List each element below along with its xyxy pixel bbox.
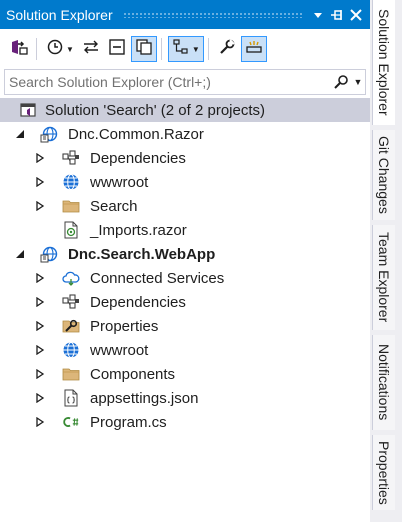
sync-with-active-document-button[interactable] [79, 36, 103, 62]
window-position-dropdown-icon[interactable] [310, 5, 326, 25]
toolbar-separator [36, 38, 37, 60]
folder-icon [62, 197, 80, 215]
collapsed-arrow-icon[interactable] [34, 272, 46, 284]
sync-with-document-icon [82, 38, 100, 61]
razor-file-icon [62, 221, 80, 239]
tree-node-label: Dependencies [90, 293, 186, 311]
solution-tree: Solution 'Search' (2 of 2 projects) Dnc.… [0, 98, 370, 434]
collapsed-arrow-icon[interactable] [34, 200, 46, 212]
tree-node-label: wwwroot [90, 341, 149, 359]
preview-selected-items-icon [245, 38, 263, 61]
tab-notifications[interactable]: Notifications [372, 335, 395, 430]
search-options-chevron-icon[interactable]: ▼ [351, 77, 365, 87]
csharp-file-icon [62, 413, 80, 431]
search-input[interactable] [5, 70, 331, 94]
expanded-arrow-icon[interactable] [14, 128, 26, 140]
tree-node-folder[interactable]: Components [0, 362, 370, 386]
folder-icon [62, 365, 80, 383]
tree-node-label: _Imports.razor [90, 221, 187, 239]
tree-node-label: Dnc.Search.WebApp [68, 245, 216, 263]
file-nesting-icon [172, 38, 190, 61]
tree-node-label: wwwroot [90, 173, 149, 191]
panel-title: Solution Explorer [6, 6, 113, 23]
collapsed-arrow-icon[interactable] [34, 320, 46, 332]
tree-node-label: Properties [90, 317, 159, 335]
preview-selected-items-button[interactable] [240, 36, 267, 62]
tree-node-file[interactable]: appsettings.json [0, 386, 370, 410]
cloud-icon [62, 269, 80, 287]
search-box: ▼ [4, 69, 366, 95]
pin-icon[interactable] [329, 5, 345, 25]
collapse-all-icon [108, 38, 126, 61]
tree-node-label: Dnc.Common.Razor [68, 125, 204, 143]
tab-properties[interactable]: Properties [372, 435, 395, 510]
title-bar: Solution Explorer [0, 0, 370, 29]
chevron-down-icon: ▼ [66, 44, 74, 54]
history-icon [46, 38, 64, 61]
tab-label: Solution Explorer [376, 9, 392, 116]
tree-node-label: Dependencies [90, 149, 186, 167]
tab-label: Properties [376, 440, 392, 505]
globe-icon [62, 173, 80, 191]
switch-views-icon [9, 37, 29, 62]
chevron-down-icon: ▼ [191, 44, 200, 54]
toolbar: ▼ ▼ [0, 32, 370, 66]
tree-node-dependencies[interactable]: Dependencies [0, 290, 370, 314]
properties-wrench-folder-icon [62, 317, 80, 335]
collapsed-arrow-icon[interactable] [34, 368, 46, 380]
show-all-files-icon [135, 38, 153, 61]
collapsed-arrow-icon[interactable] [34, 344, 46, 356]
title-drag-grip[interactable] [122, 11, 304, 18]
web-project-icon [40, 125, 58, 143]
pending-changes-filter-button[interactable]: ▼ [43, 36, 77, 62]
tab-label: Team Explorer [376, 232, 392, 323]
tree-node-label: Search [90, 197, 138, 215]
collapsed-arrow-icon[interactable] [34, 176, 46, 188]
tree-node-dependencies[interactable]: Dependencies [0, 146, 370, 170]
collapsed-arrow-icon[interactable] [34, 296, 46, 308]
tree-node-properties[interactable]: Properties [0, 314, 370, 338]
collapse-all-button[interactable] [105, 36, 129, 62]
switch-views-button[interactable] [6, 36, 32, 62]
collapsed-arrow-icon[interactable] [34, 152, 46, 164]
tree-node-project[interactable]: Dnc.Search.WebApp [0, 242, 370, 266]
show-all-files-button[interactable] [130, 36, 157, 62]
tree-node-label: Connected Services [90, 269, 225, 287]
tree-node-label: Components [90, 365, 176, 383]
tree-node-file[interactable]: Program.cs [0, 410, 370, 434]
tab-label: Notifications [376, 344, 392, 421]
dependencies-icon [62, 149, 80, 167]
dependencies-icon [62, 293, 80, 311]
tree-node-folder[interactable]: Search [0, 194, 370, 218]
toolbar-separator [207, 38, 209, 60]
toolbar-separator [160, 38, 162, 60]
globe-icon [62, 341, 80, 359]
solution-explorer-panel: Solution Explorer ▼ ▼ Search Solution Ex… [0, 0, 370, 522]
tab-git-changes[interactable]: Git Changes [372, 130, 395, 220]
tree-node-label: Solution 'Search' (2 of 2 projects) [45, 101, 266, 119]
close-icon[interactable] [348, 5, 364, 25]
tree-node-solution[interactable]: Solution 'Search' (2 of 2 projects) [0, 98, 370, 122]
properties-button[interactable] [215, 36, 239, 62]
solution-icon [20, 101, 38, 119]
file-nesting-button[interactable]: ▼ [167, 36, 204, 62]
wrench-icon [218, 38, 236, 61]
tree-node-wwwroot[interactable]: wwwroot [0, 170, 370, 194]
tab-solution-explorer[interactable]: Solution Explorer [372, 0, 395, 125]
collapsed-arrow-icon[interactable] [34, 392, 46, 404]
collapsed-arrow-icon[interactable] [34, 416, 46, 428]
tab-label: Git Changes [376, 136, 392, 214]
web-project-icon [40, 245, 58, 263]
tree-node-wwwroot[interactable]: wwwroot [0, 338, 370, 362]
side-tool-window-tabs: Solution Explorer Git Changes Team Explo… [370, 0, 402, 522]
json-file-icon [62, 389, 80, 407]
tree-node-connected-services[interactable]: Connected Services [0, 266, 370, 290]
tree-node-file[interactable]: _Imports.razor [0, 218, 370, 242]
search-icon[interactable] [331, 74, 351, 90]
tab-team-explorer[interactable]: Team Explorer [372, 225, 395, 330]
tree-node-label: appsettings.json [90, 389, 199, 407]
tree-node-label: Program.cs [90, 413, 167, 431]
tree-node-project[interactable]: Dnc.Common.Razor [0, 122, 370, 146]
expanded-arrow-icon[interactable] [14, 248, 26, 260]
